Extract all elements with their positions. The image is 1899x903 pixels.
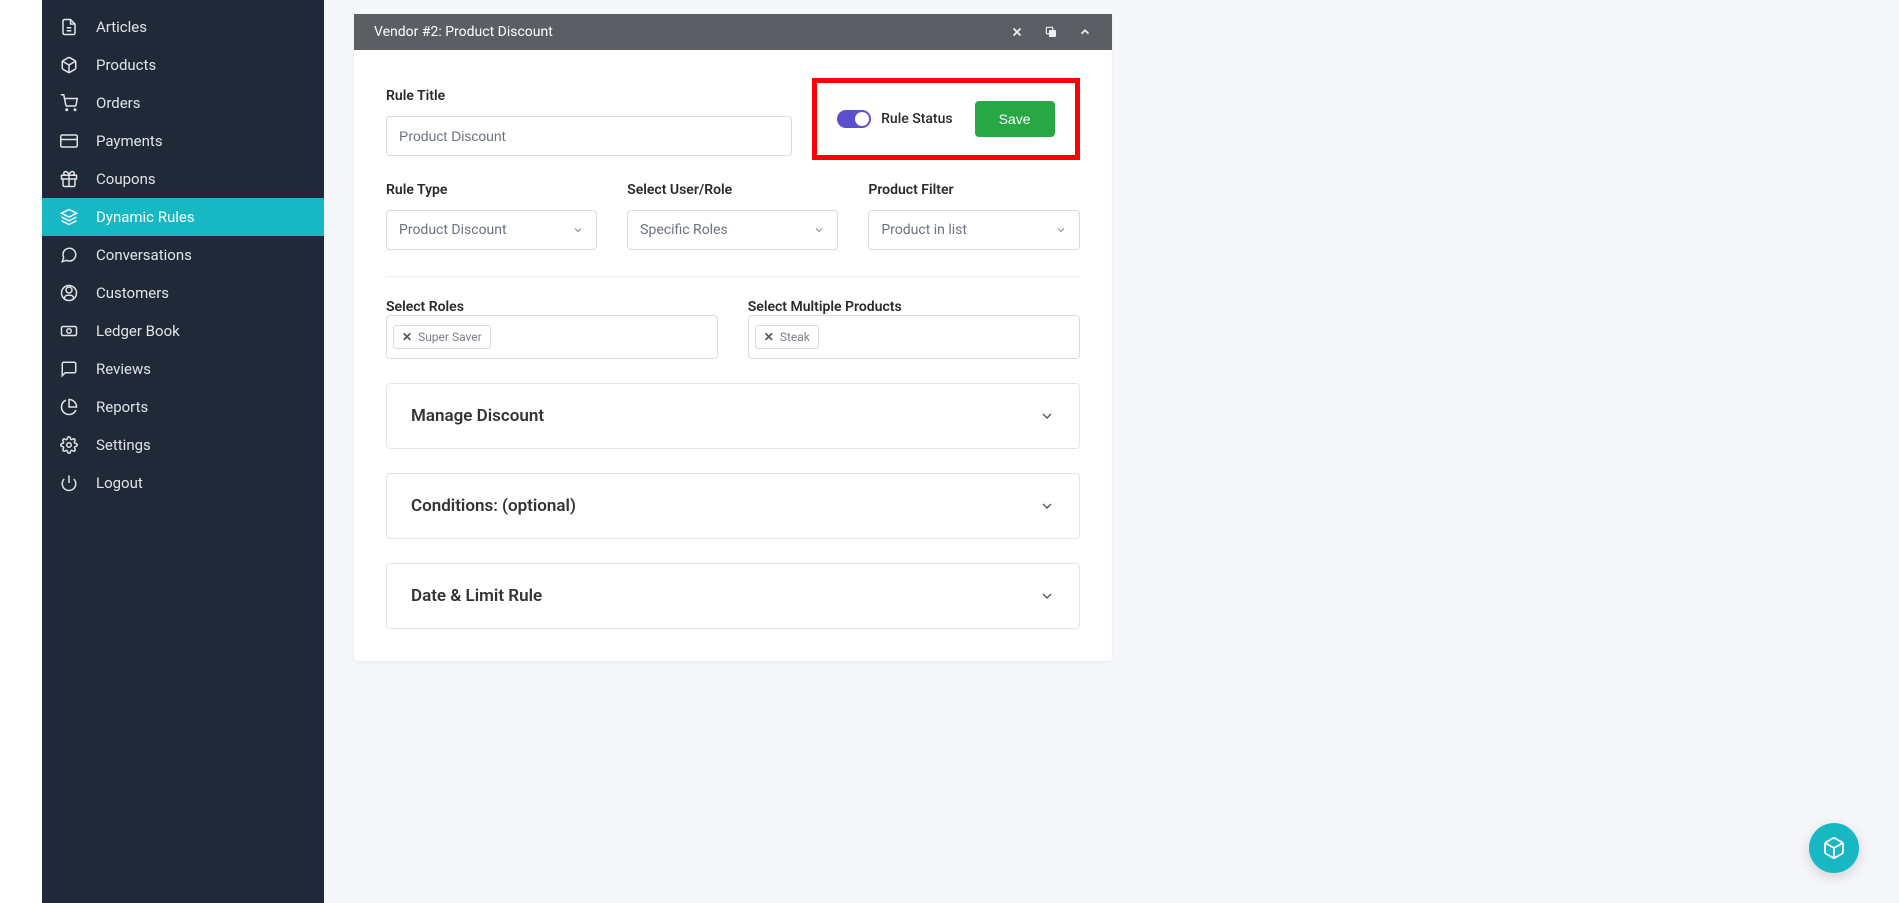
chevron-down-icon (572, 224, 584, 236)
box-icon (1822, 836, 1846, 860)
floating-action-button[interactable] (1809, 823, 1859, 873)
rule-status-toggle[interactable] (837, 110, 871, 128)
comment-icon (60, 360, 78, 378)
product-tag: ✕ Steak (755, 325, 819, 349)
sidebar-item-label: Reviews (96, 360, 151, 378)
sidebar-item-label: Articles (96, 18, 147, 36)
section-title: Date & Limit Rule (411, 586, 542, 606)
sidebar-item-label: Payments (96, 132, 163, 150)
sidebar-item-articles[interactable]: Articles (42, 8, 324, 46)
remove-tag-icon[interactable]: ✕ (764, 330, 774, 344)
sidebar-item-products[interactable]: Products (42, 46, 324, 84)
product-tag-label: Steak (780, 330, 810, 344)
file-icon (60, 18, 78, 36)
sidebar: Articles Products Orders Payments Coupon… (42, 0, 324, 903)
close-icon[interactable] (1010, 25, 1024, 39)
sidebar-item-label: Settings (96, 436, 151, 454)
panel-header: Vendor #2: Product Discount (354, 14, 1112, 50)
sidebar-item-dynamic-rules[interactable]: Dynamic Rules (42, 198, 324, 236)
rule-type-label: Rule Type (386, 182, 597, 198)
panel-title: Vendor #2: Product Discount (374, 24, 553, 40)
highlight-box: Rule Status Save (812, 78, 1079, 160)
money-icon (60, 322, 78, 340)
chevron-down-icon (1039, 408, 1055, 424)
sidebar-item-settings[interactable]: Settings (42, 426, 324, 464)
sidebar-item-label: Logout (96, 474, 143, 492)
select-products-label: Select Multiple Products (748, 299, 902, 315)
panel-header-actions (1010, 25, 1092, 39)
sidebar-item-ledger-book[interactable]: Ledger Book (42, 312, 324, 350)
conditions-section[interactable]: Conditions: (optional) (386, 473, 1080, 539)
sidebar-item-reports[interactable]: Reports (42, 388, 324, 426)
role-tag-label: Super Saver (418, 330, 482, 344)
product-filter-select[interactable]: Product in list (868, 210, 1079, 250)
power-icon (60, 474, 78, 492)
gift-icon (60, 170, 78, 188)
sidebar-item-payments[interactable]: Payments (42, 122, 324, 160)
sidebar-item-logout[interactable]: Logout (42, 464, 324, 502)
rule-type-select[interactable]: Product Discount (386, 210, 597, 250)
divider (386, 276, 1080, 277)
user-icon (60, 284, 78, 302)
select-roles-label: Select Roles (386, 299, 464, 315)
user-role-label: Select User/Role (627, 182, 838, 198)
chevron-down-icon (1055, 224, 1067, 236)
main-content: Vendor #2: Product Discount Rule Title R (324, 0, 1142, 903)
sidebar-item-label: Ledger Book (96, 322, 180, 340)
rule-title-input[interactable] (386, 116, 792, 156)
credit-card-icon (60, 132, 78, 150)
layers-icon (60, 208, 78, 226)
rule-title-label: Rule Title (386, 88, 792, 104)
section-title: Manage Discount (411, 406, 544, 426)
sidebar-item-label: Orders (96, 94, 141, 112)
rule-type-value: Product Discount (399, 222, 507, 238)
sidebar-item-label: Dynamic Rules (96, 208, 195, 226)
save-button[interactable]: Save (975, 101, 1055, 137)
manage-discount-section[interactable]: Manage Discount (386, 383, 1080, 449)
sidebar-item-label: Products (96, 56, 156, 74)
select-products-tagbox[interactable]: ✕ Steak (748, 315, 1080, 359)
product-filter-label: Product Filter (868, 182, 1079, 198)
section-title: Conditions: (optional) (411, 496, 576, 516)
panel-body: Rule Title Rule Status Save Rule Type (354, 50, 1112, 661)
cart-icon (60, 94, 78, 112)
sidebar-item-label: Conversations (96, 246, 192, 264)
rule-status-label: Rule Status (881, 111, 952, 127)
chevron-down-icon (813, 224, 825, 236)
rule-panel: Vendor #2: Product Discount Rule Title R (354, 14, 1112, 661)
sidebar-item-conversations[interactable]: Conversations (42, 236, 324, 274)
select-roles-tagbox[interactable]: ✕ Super Saver (386, 315, 718, 359)
rule-status-toggle-wrap: Rule Status (837, 110, 952, 128)
remove-tag-icon[interactable]: ✕ (402, 330, 412, 344)
sidebar-item-customers[interactable]: Customers (42, 274, 324, 312)
box-icon (60, 56, 78, 74)
chat-icon (60, 246, 78, 264)
product-filter-value: Product in list (881, 222, 967, 238)
user-role-value: Specific Roles (640, 222, 728, 238)
role-tag: ✕ Super Saver (393, 325, 491, 349)
sidebar-item-coupons[interactable]: Coupons (42, 160, 324, 198)
date-limit-section[interactable]: Date & Limit Rule (386, 563, 1080, 629)
chevron-up-icon[interactable] (1078, 25, 1092, 39)
pie-chart-icon (60, 398, 78, 416)
copy-icon[interactable] (1044, 25, 1058, 39)
sidebar-item-orders[interactable]: Orders (42, 84, 324, 122)
chevron-down-icon (1039, 498, 1055, 514)
sidebar-item-reviews[interactable]: Reviews (42, 350, 324, 388)
sidebar-item-label: Coupons (96, 170, 156, 188)
sidebar-item-label: Customers (96, 284, 169, 302)
user-role-select[interactable]: Specific Roles (627, 210, 838, 250)
gear-icon (60, 436, 78, 454)
sidebar-item-label: Reports (96, 398, 148, 416)
chevron-down-icon (1039, 588, 1055, 604)
